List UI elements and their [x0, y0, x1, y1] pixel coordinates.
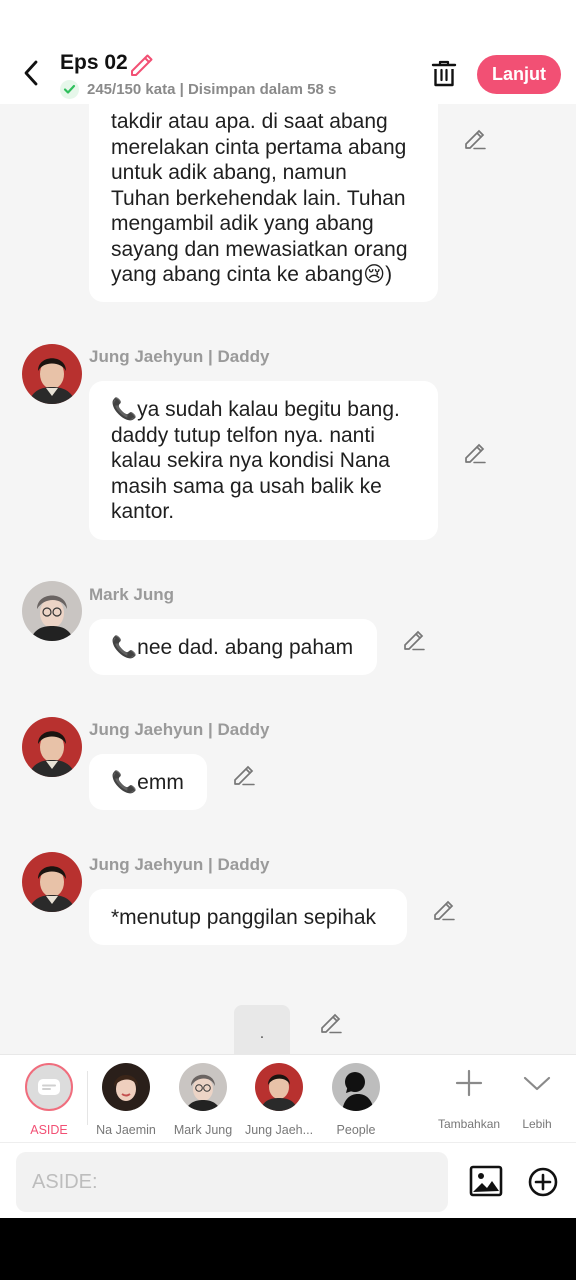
trash-icon — [431, 60, 457, 87]
message-bubble[interactable]: 📞emm — [89, 754, 207, 810]
edit-message-icon[interactable] — [463, 441, 487, 465]
message-line: . — [259, 1025, 265, 1042]
message-line: *menutup panggilan sepihak — [111, 906, 377, 929]
edit-message-icon[interactable] — [319, 1011, 343, 1035]
aside-bubble[interactable]: . — [234, 1005, 290, 1054]
app-screen: Eps 02 245/150 kata | Disimpan dalam 58 … — [0, 0, 576, 1218]
sender-name: Jung Jaehyun | Daddy — [89, 720, 270, 739]
character-people[interactable]: People — [316, 1063, 396, 1137]
aside-icon — [25, 1063, 73, 1111]
message-line: yang abang cinta ke abang😢) — [111, 263, 393, 286]
message-line: kalau sekira nya kondisi Nana — [111, 449, 390, 472]
message-bubble[interactable]: takdir atau apa. di saat abang merelakan… — [89, 104, 438, 302]
avatar — [255, 1063, 303, 1111]
delete-button[interactable] — [428, 58, 460, 90]
chat-area[interactable]: takdir atau apa. di saat abang merelakan… — [0, 104, 576, 1054]
message-line: 📞ya sudah kalau begitu bang. — [111, 398, 400, 421]
character-label: People — [336, 1123, 376, 1137]
message-line: Tuhan berkehendak lain. Tuhan — [111, 186, 406, 210]
message-line: mengambil adik yang abang — [111, 212, 374, 235]
add-label: Tambahkan — [438, 1117, 501, 1131]
avatar-jaehyun[interactable] — [22, 717, 82, 777]
edit-message-icon[interactable] — [402, 628, 426, 652]
character-label: Jung Jaeh... — [244, 1123, 314, 1137]
character-na-jaemin[interactable]: Na Jaemin — [86, 1063, 166, 1137]
message-line: daddy tutup telfon nya. nanti — [111, 423, 375, 447]
message-line: untuk adik abang, namun — [111, 161, 347, 184]
message-line: 📞nee dad. abang paham — [111, 636, 354, 659]
sender-name: Jung Jaehyun | Daddy — [89, 347, 270, 366]
check-icon — [60, 80, 79, 99]
edit-message-icon[interactable] — [432, 898, 456, 922]
back-button[interactable] — [14, 56, 48, 90]
character-aside[interactable]: ASIDE — [9, 1063, 89, 1137]
plus-icon — [449, 1063, 489, 1103]
add-character-button[interactable]: Tambahkan — [438, 1063, 500, 1131]
character-label: Na Jaemin — [96, 1123, 156, 1137]
episode-title[interactable]: Eps 02 — [60, 51, 128, 75]
avatar-mark[interactable] — [22, 581, 82, 641]
message-bubble[interactable]: *menutup panggilan sepihak — [89, 889, 407, 945]
character-jung-jaehyun[interactable]: Jung Jaeh... — [239, 1063, 319, 1137]
composer — [0, 1142, 576, 1218]
message-bubble[interactable]: 📞nee dad. abang paham — [89, 619, 377, 675]
message-line: sayang dan mewasiatkan orang — [111, 237, 408, 261]
message-line: takdir atau apa. di saat abang — [111, 110, 388, 133]
avatar-jaehyun[interactable] — [22, 344, 82, 404]
character-label: ASIDE — [30, 1123, 68, 1137]
save-status: 245/150 kata | Disimpan dalam 58 s — [60, 80, 336, 99]
character-label: Mark Jung — [173, 1123, 233, 1137]
more-button[interactable]: Lebih — [516, 1063, 558, 1131]
message-line: 📞emm — [111, 771, 184, 794]
sender-name: Mark Jung — [89, 585, 175, 604]
pencil-icon[interactable] — [128, 51, 154, 77]
edit-message-icon[interactable] — [232, 763, 256, 787]
avatar — [102, 1063, 150, 1111]
word-count-text: 245/150 kata | Disimpan dalam 58 s — [87, 81, 337, 98]
image-icon — [469, 1165, 503, 1197]
avatar-jaehyun[interactable] — [22, 852, 82, 912]
top-bar: Eps 02 245/150 kata | Disimpan dalam 58 … — [0, 0, 576, 104]
message-line: kantor. — [111, 500, 175, 523]
plus-circle-icon — [528, 1167, 558, 1197]
edit-message-icon[interactable] — [463, 127, 487, 151]
insert-image-button[interactable] — [468, 1163, 504, 1199]
character-selector: ASIDE Na Jaemin Mark Jung Jung Jaeh... P… — [0, 1054, 576, 1142]
more-label: Lebih — [522, 1117, 552, 1131]
person-silhouette-icon — [332, 1063, 380, 1111]
chevron-down-icon — [517, 1063, 557, 1103]
next-button[interactable]: Lanjut — [477, 55, 561, 94]
message-bubble[interactable]: 📞ya sudah kalau begitu bang. daddy tutup… — [89, 381, 438, 540]
character-mark-jung[interactable]: Mark Jung — [163, 1063, 243, 1137]
more-options-button[interactable] — [526, 1165, 560, 1199]
avatar — [179, 1063, 227, 1111]
message-input[interactable] — [16, 1152, 448, 1212]
chevron-left-icon — [24, 60, 38, 86]
sender-name: Jung Jaehyun | Daddy — [89, 855, 270, 874]
message-line: masih sama ga usah balik ke — [111, 474, 382, 498]
message-line: merelakan cinta pertama abang — [111, 135, 407, 159]
